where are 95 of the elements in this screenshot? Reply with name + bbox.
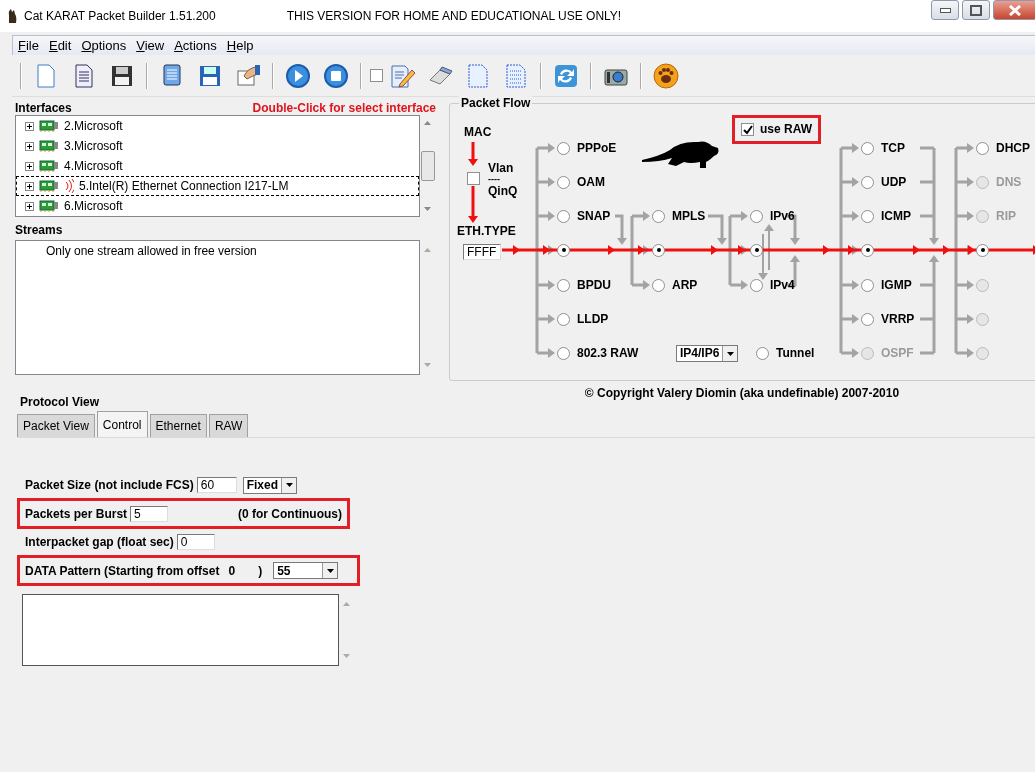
mode-dropdown[interactable]: Fixed [242,476,298,494]
radio-option[interactable] [861,243,874,257]
scroll-up-icon [424,247,431,252]
use-raw-checkbox[interactable] [741,123,754,136]
ip-version-dropdown[interactable]: IP4/IP6 [676,345,739,362]
menu-item[interactable]: Actions [169,35,222,56]
use-raw-label: use RAW [760,122,812,137]
tab[interactable]: Ethernet [149,414,207,438]
network-card-icon [39,179,59,194]
field-label: Packets per Burst [25,506,128,522]
interface-item[interactable]: 5.Intel(R) Ethernet Connection I217-LM [16,176,419,197]
radio-option[interactable] [976,243,989,257]
radio-option[interactable]: OAM [557,175,605,189]
menu-item[interactable]: Help [221,35,259,56]
caret-icon [726,351,734,356]
vlan-label: QinQ [488,184,518,199]
field-label: Packet Size (not include FCS) [25,478,194,493]
network-card-icon [39,199,59,214]
scroll-down-icon [343,654,350,659]
radio-option[interactable]: IGMP [861,278,912,292]
mac-label: MAC [464,125,492,140]
interface-item[interactable]: 6.Microsoft [16,196,419,217]
window-title: Cat KARAT Packet Builder 1.51.200 [24,8,216,24]
value-field[interactable]: 0 [176,534,215,551]
radio-option[interactable]: SNAP [557,209,611,223]
interface-item[interactable]: 2.Microsoft [16,116,419,137]
radio-option[interactable]: VRRP [861,312,915,326]
scroll-down-icon [424,362,431,367]
network-card-icon [39,139,59,154]
radio-option[interactable]: BPDU [557,278,611,292]
tab[interactable]: RAW [208,414,249,438]
scrollbar-thumb[interactable] [420,151,435,182]
maximize-icon [970,4,982,16]
tab[interactable]: Packet View [17,414,95,438]
scroll-down-icon [424,207,431,212]
data-text-area[interactable] [22,594,339,667]
scroll-up-icon [343,602,350,607]
vlan-label: Vlan [488,161,514,176]
radio-option[interactable] [750,243,763,257]
note-text: (0 for Continuous) [238,506,342,522]
minimize-button[interactable] [931,0,959,20]
radio-option[interactable]: ARP [652,278,698,292]
network-card-icon [39,159,59,174]
radio-option[interactable]: DHCP [976,141,1030,155]
radio-option[interactable]: ICMP [861,209,911,223]
hint-text: Double-Click for select interface [252,101,436,116]
toolbar-checkbox[interactable] [370,69,383,82]
menu-item[interactable]: Options [76,35,132,56]
radio-option[interactable]: LLDP [557,312,609,326]
field-label: DATA Pattern (Starting from offset [25,563,220,579]
offset-value: 0 [228,563,236,579]
paren-text: ) [258,563,263,579]
signal-waves-icon [64,179,74,194]
copyright-text: © Copyright Valery Diomin (aka undefinable) 2007-2010 [583,386,901,401]
radio-option[interactable] [652,243,665,257]
section-title: Interfaces [15,101,72,116]
radio-option[interactable]: UDP [861,175,907,189]
interface-item[interactable]: 3.Microsoft [16,136,419,157]
maximize-button[interactable] [962,0,990,20]
radio-option[interactable]: Tunnel [756,346,815,360]
network-card-icon [39,119,59,134]
radio-option[interactable] [557,243,570,257]
section-title: Streams [15,223,64,238]
close-button[interactable] [993,0,1035,20]
vlan-label: ---- [488,174,500,185]
radio-option[interactable]: IPv6 [750,209,795,223]
radio-option[interactable]: TCP [861,141,905,155]
menu-item[interactable]: File [13,35,44,56]
value-field[interactable]: 60 [196,477,237,494]
field-label: Interpacket gap (float sec) [25,535,174,550]
radio-option[interactable]: IPv4 [750,278,795,292]
stop-icon[interactable] [322,61,350,90]
section-title: Protocol View [20,395,100,410]
paw-icon[interactable] [652,61,680,90]
menu-item[interactable]: Edit [43,35,77,56]
minimize-icon [939,7,951,13]
tab[interactable]: Control [96,411,148,438]
cat-icon [6,8,18,24]
notice-text: THIS VERSION FOR HOME AND EDUCATIONAL USE ONLY! [286,8,622,24]
caret-icon [285,483,293,488]
interface-item[interactable]: 4.Microsoft [16,156,419,177]
stream-item[interactable]: Only one stream allowed in free version [46,243,419,259]
pattern-dropdown[interactable]: 55 [273,562,339,580]
scroll-up-icon [424,121,431,126]
play-icon[interactable] [284,61,312,90]
value-field[interactable]: 5 [130,505,169,522]
eth-type-field[interactable]: FFFF [463,244,501,260]
vlan-checkbox[interactable] [467,172,480,185]
eth-type-label: ETH.TYPE [457,224,516,239]
radio-option[interactable]: 802.3 RAW [557,346,639,360]
caret-icon [326,568,334,573]
close-icon [1009,4,1021,16]
radio-option[interactable]: MPLS [652,209,706,223]
menu-item[interactable]: View [131,35,170,56]
radio-option[interactable]: PPPoE [557,141,617,155]
